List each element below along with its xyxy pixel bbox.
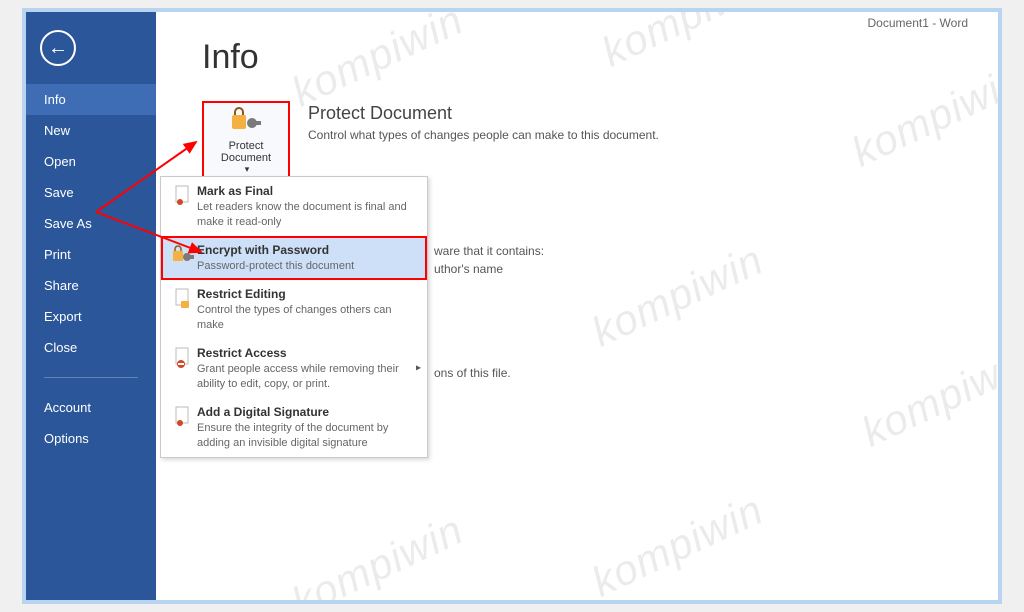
sidebar-item-save-as[interactable]: Save As <box>26 208 156 239</box>
inspect-partial-line1: ware that it contains: <box>434 242 544 260</box>
backstage-sidebar: ← Info New Open Save Save As Print Share… <box>26 12 156 600</box>
protect-document-button[interactable]: Protect Document▾ <box>202 101 290 179</box>
inspect-partial-line2: uthor's name <box>434 260 544 278</box>
menu-restrict-access[interactable]: Restrict Access Grant people access whil… <box>161 339 427 398</box>
menu-item-title: Restrict Access <box>197 345 419 361</box>
sidebar-separator <box>44 377 138 378</box>
menu-item-desc: Password-protect this document <box>197 259 419 274</box>
sidebar-item-new[interactable]: New <box>26 115 156 146</box>
document-lock-icon <box>169 286 197 333</box>
document-ribbon-icon <box>169 183 197 230</box>
arrow-left-icon: ← <box>48 37 68 60</box>
document-signature-icon <box>169 404 197 451</box>
sidebar-item-save[interactable]: Save <box>26 177 156 208</box>
protect-document-label: Protect Document <box>204 140 288 164</box>
menu-encrypt-with-password[interactable]: Encrypt with Password Password-protect t… <box>161 236 427 280</box>
menu-item-title: Mark as Final <box>197 183 419 199</box>
menu-item-title: Add a Digital Signature <box>197 404 419 420</box>
menu-item-title: Restrict Editing <box>197 286 419 302</box>
protect-document-menu: Mark as Final Let readers know the docum… <box>160 176 428 458</box>
back-button[interactable]: ← <box>40 30 76 66</box>
protect-section-desc: Control what types of changes people can… <box>308 128 659 142</box>
menu-restrict-editing[interactable]: Restrict Editing Control the types of ch… <box>161 280 427 339</box>
sidebar-item-print[interactable]: Print <box>26 239 156 270</box>
menu-add-digital-signature[interactable]: Add a Digital Signature Ensure the integ… <box>161 398 427 457</box>
dropdown-caret-icon: ▾ <box>245 164 250 175</box>
sidebar-item-share[interactable]: Share <box>26 270 156 301</box>
protect-section-heading: Protect Document <box>308 103 659 124</box>
sidebar-item-info[interactable]: Info <box>26 84 156 115</box>
sidebar-item-open[interactable]: Open <box>26 146 156 177</box>
sidebar-item-account[interactable]: Account <box>26 392 156 423</box>
sidebar-item-options[interactable]: Options <box>26 423 156 454</box>
sidebar-item-close[interactable]: Close <box>26 332 156 363</box>
submenu-arrow-icon: ▸ <box>416 363 421 374</box>
page-title: Info <box>202 38 998 77</box>
lock-key-icon <box>169 242 197 274</box>
sidebar-item-export[interactable]: Export <box>26 301 156 332</box>
menu-item-title: Encrypt with Password <box>197 242 419 258</box>
versions-partial-line: ons of this file. <box>434 364 511 382</box>
menu-mark-as-final[interactable]: Mark as Final Let readers know the docum… <box>161 177 427 236</box>
menu-item-desc: Ensure the integrity of the document by … <box>197 421 419 451</box>
document-restrict-icon <box>169 345 197 392</box>
menu-item-desc: Control the types of changes others can … <box>197 303 419 333</box>
menu-item-desc: Grant people access while removing their… <box>197 362 419 392</box>
menu-item-desc: Let readers know the document is final a… <box>197 200 419 230</box>
lock-key-icon <box>230 105 262 136</box>
